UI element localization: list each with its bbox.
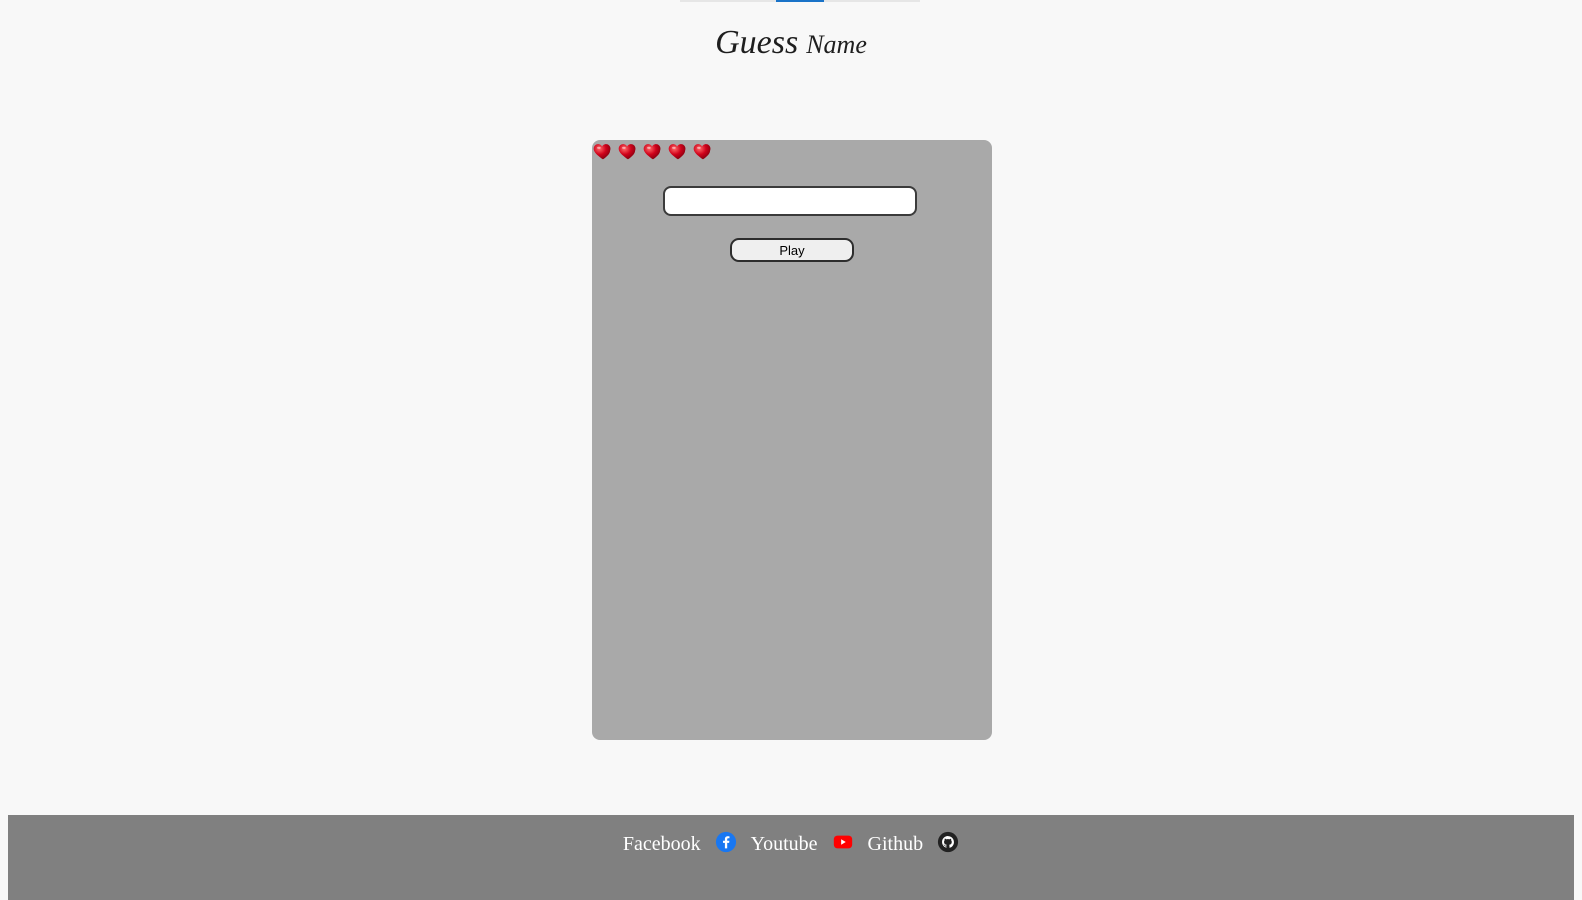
top-tab-strip xyxy=(680,0,920,2)
play-button[interactable]: Play xyxy=(730,238,854,262)
youtube-link[interactable]: Youtube xyxy=(751,833,818,856)
heart-icon xyxy=(692,140,714,162)
guess-input[interactable] xyxy=(663,186,917,216)
github-link[interactable]: Github xyxy=(868,833,924,856)
page-title-word-1: Guess xyxy=(715,24,799,61)
facebook-link[interactable]: Facebook xyxy=(623,833,701,856)
heart-icon xyxy=(642,140,664,162)
page-title-word-2: Name xyxy=(806,30,867,59)
heart-icon xyxy=(617,140,639,162)
lives-indicator xyxy=(592,140,714,162)
facebook-icon[interactable] xyxy=(715,831,737,853)
github-icon[interactable] xyxy=(937,831,959,853)
footer: Facebook Youtube Github xyxy=(8,815,1574,900)
page-title: Guess Name xyxy=(0,24,1582,62)
heart-icon xyxy=(592,140,614,162)
game-panel: Play xyxy=(592,140,992,740)
active-tab-indicator xyxy=(776,0,824,2)
heart-icon xyxy=(667,140,689,162)
footer-links: Facebook Youtube Github xyxy=(8,831,1574,856)
youtube-icon[interactable] xyxy=(832,831,854,853)
